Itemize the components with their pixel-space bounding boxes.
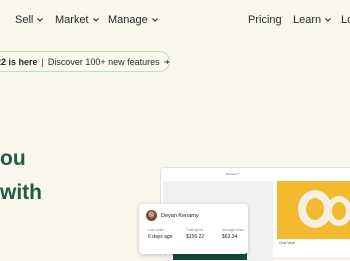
stat-value: $156.22 <box>186 234 205 240</box>
nav-pricing-label: Pricing <box>248 14 282 26</box>
nav-sell-menu[interactable]: Sell <box>15 14 44 26</box>
nav-sell-label: Sell <box>15 14 34 26</box>
chevron-down-icon <box>37 18 44 22</box>
top-nav: Sell Market Manage Pricing Learn Lo <box>0 0 350 42</box>
preview-window-title: Bubbles™ <box>226 172 240 176</box>
customer-stat: Average order $63.34 <box>222 228 244 240</box>
chevron-down-icon <box>151 18 158 22</box>
customer-name: Deyan Kenamy <box>161 213 199 219</box>
nav-learn-label: Learn <box>293 14 322 26</box>
announcement-separator: | <box>41 56 44 67</box>
stat-value: $63.34 <box>222 234 238 240</box>
stat-label: Last order <box>148 228 164 232</box>
product-caption: Chai Vase <box>279 241 295 245</box>
nav-market-menu[interactable]: Market <box>55 14 100 26</box>
chevron-down-icon <box>92 18 99 22</box>
nav-manage-label: Manage <box>108 14 148 26</box>
stat-label: Average order <box>222 228 245 232</box>
nav-pricing-link[interactable]: Pricing <box>248 14 282 26</box>
announcement-text: Discover 100+ new features <box>47 56 160 67</box>
avatar <box>146 210 157 221</box>
hero-heading-line-1: ou <box>0 147 26 170</box>
arrow-right-icon <box>163 59 169 64</box>
chevron-down-icon <box>325 18 332 22</box>
nav-learn-menu[interactable]: Learn <box>293 14 332 26</box>
announcement-title: 22 is here <box>0 56 38 67</box>
stat-label: Total spent <box>186 228 203 232</box>
customer-stat: Last order 6 days ago <box>148 228 172 240</box>
announcement-banner[interactable]: 22 is here | Discover 100+ new features <box>0 51 170 72</box>
nav-market-label: Market <box>55 14 89 26</box>
customer-card: Deyan Kenamy Last order 6 days ago Total… <box>139 204 248 254</box>
customer-stat: Total spent $156.22 <box>186 228 204 240</box>
hero-heading-line-2: with <box>0 181 42 204</box>
nav-manage-menu[interactable]: Manage <box>108 14 159 26</box>
stat-value: 6 days ago <box>148 234 173 240</box>
nav-login-label: Lo <box>341 14 350 26</box>
nav-login-link[interactable]: Lo <box>341 14 350 26</box>
vase-illustration <box>326 196 350 226</box>
